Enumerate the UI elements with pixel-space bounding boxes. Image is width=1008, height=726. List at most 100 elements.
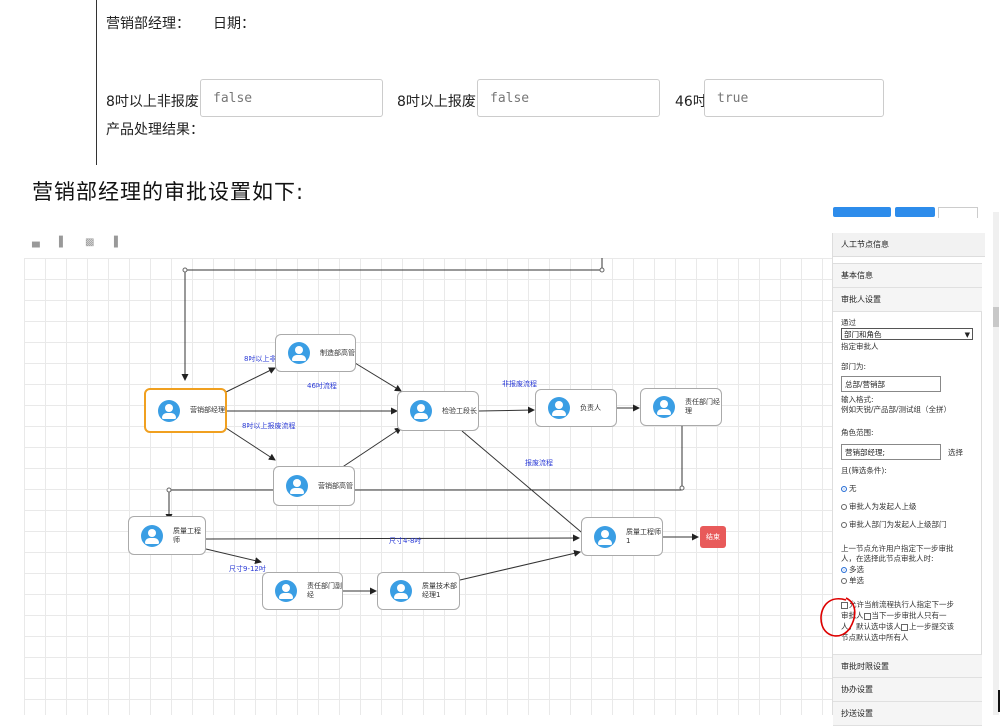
node-label: 制造部高管 xyxy=(320,348,355,357)
node-label: 质量技术部经理1 xyxy=(422,582,457,599)
edge-label-scrap: 报废流程 xyxy=(525,459,553,467)
user-avatar-icon xyxy=(286,475,308,497)
node-qa-engineer[interactable]: 质量工程师 xyxy=(128,516,206,555)
node-inspection-lead[interactable]: 检验工段长 xyxy=(397,391,479,431)
allow-line-2: 审批人 当下一步审批人只有一 xyxy=(841,611,947,621)
prev-node-text-2: 人，在选择此节点审批人时: xyxy=(841,554,934,563)
allow-line-3a: 人，默认选中该人 xyxy=(841,622,901,631)
edge-label-size-9-12: 尺寸9-12吋 xyxy=(229,565,266,573)
align-center-icon[interactable]: ▩ xyxy=(85,237,96,248)
section-time-limit[interactable]: 审批时限设置 xyxy=(833,654,982,678)
node-label: 质量工程师1 xyxy=(626,527,661,545)
allow-line-4: 节点默认选中所有人 xyxy=(841,633,909,642)
field2-label: 8吋以上报废 xyxy=(397,94,476,110)
via-select[interactable]: 部门和角色 ▼ xyxy=(841,328,973,340)
edge-label-non-scrap: 非报废流程 xyxy=(502,380,537,388)
format-example: 例如天锐/产品部/测试组（全拼） xyxy=(841,405,952,414)
form-area: 营销部经理： 日期： 8吋以上非报废 false 8吋以上报废 false 46… xyxy=(0,0,1008,170)
node-qa-tech-manager[interactable]: 质量技术部经理1 xyxy=(377,572,460,610)
confirm-button[interactable] xyxy=(895,207,935,217)
radio-initiator-superior[interactable]: 审批人为发起人上级 xyxy=(841,502,917,512)
checkbox-icon[interactable] xyxy=(863,612,871,620)
user-avatar-icon xyxy=(288,342,310,364)
user-avatar-icon xyxy=(390,580,412,602)
designer-toolbar: ▄ ▌ ▩ ▐ xyxy=(24,228,832,256)
properties-panel: 人工节点信息 基本信息 审批人设置 通过 部门和角色 ▼ 指定审批人 部门为: … xyxy=(832,233,985,726)
single-select-label: 单选 xyxy=(849,576,864,585)
multi-select-label: 多选 xyxy=(849,565,864,574)
department-input[interactable]: 总部/营销部 xyxy=(841,376,941,392)
radio-dept-superior-label: 审批人部门为发起人上级部门 xyxy=(849,520,947,529)
prev-node-text-1: 上一节点允许用户指定下一步审批 xyxy=(841,544,954,553)
node-sales-director[interactable]: 营销部高管 xyxy=(273,466,355,506)
section-approver-settings[interactable]: 审批人设置 xyxy=(833,288,982,312)
radio-multi-select[interactable]: 多选 xyxy=(841,565,864,575)
allow-line-2b: 当下一步审批人只有一 xyxy=(871,611,947,620)
node-resp-dept-lead[interactable]: 责任部门副经 xyxy=(262,572,343,610)
field2-input[interactable]: false xyxy=(477,79,660,117)
radio-single-select[interactable]: 单选 xyxy=(841,576,864,586)
align-right-icon[interactable]: ▐ xyxy=(110,237,121,248)
form-left-border xyxy=(96,0,97,165)
scrollbar-thumb[interactable] xyxy=(993,307,999,327)
node-label: 营销部高管 xyxy=(318,481,353,490)
radio-icon xyxy=(841,578,847,584)
allow-specify-option[interactable]: 允许当前流程执行人指定下一步 xyxy=(841,600,954,610)
filter-label: 且(筛选条件): xyxy=(841,466,887,475)
role-choose-link[interactable]: 选择 xyxy=(948,448,963,458)
workflow-edges xyxy=(165,258,699,595)
node-label: 责任部门副经 xyxy=(307,582,342,599)
assign-approver-label: 指定审批人 xyxy=(841,342,879,351)
section-title: 营销部经理的审批设置如下: xyxy=(32,180,305,204)
department-label: 部门为: xyxy=(841,362,867,371)
user-avatar-icon xyxy=(410,400,432,422)
field1-label: 8吋以上非报废 xyxy=(106,94,199,110)
user-avatar-icon xyxy=(158,399,180,422)
align-left-icon[interactable]: ▌ xyxy=(59,237,70,248)
checkbox-icon[interactable] xyxy=(841,601,848,609)
node-mfg-director[interactable]: 制造部高管 xyxy=(275,334,356,372)
node-label: 负责人 xyxy=(580,403,601,412)
radio-none[interactable]: 无 xyxy=(841,484,857,494)
radio-icon xyxy=(841,504,847,510)
edge-label-scrap-8: 8吋以上报废流程 xyxy=(242,422,296,430)
user-avatar-icon xyxy=(275,580,297,602)
via-select-value: 部门和角色 xyxy=(844,330,882,339)
radio-selected-icon xyxy=(841,486,847,492)
cancel-button[interactable] xyxy=(938,207,978,218)
node-end[interactable]: 结束 xyxy=(700,526,726,548)
panel-scrollbar[interactable] xyxy=(993,212,999,715)
user-avatar-icon xyxy=(594,525,616,548)
format-label: 输入格式: xyxy=(841,395,874,404)
panel-title: 人工节点信息 xyxy=(833,233,985,257)
workflow-canvas[interactable]: 8吋以上非报废流程 46吋流程 8吋以上报废流程 非报废流程 报废流程 尺寸4-… xyxy=(24,258,832,715)
checkbox-icon[interactable] xyxy=(901,623,908,631)
section-basic-info[interactable]: 基本信息 xyxy=(833,264,982,288)
edge-marker xyxy=(998,690,1000,712)
workflow-designer: ▄ ▌ ▩ ▐ 46吋流程 8吋以上报废流程 非报废流程 报废流程 尺寸4-8吋… xyxy=(24,228,832,715)
role-input[interactable]: 营销部经理; xyxy=(841,444,941,460)
align-bottom-icon[interactable]: ▄ xyxy=(32,237,43,248)
node-label: 质量工程师 xyxy=(173,526,201,544)
allow-line-3: 人，默认选中该人 上一步提交该 xyxy=(841,622,954,632)
node-resp-dept-manager[interactable]: 责任部门经理 xyxy=(640,388,722,426)
node-responsible[interactable]: 负责人 xyxy=(535,389,617,427)
node-label: 责任部门经理 xyxy=(685,398,720,415)
section-assist[interactable]: 协办设置 xyxy=(833,678,982,702)
sales-manager-label: 营销部经理： xyxy=(106,16,190,32)
field3-input[interactable]: true xyxy=(704,79,884,117)
radio-icon xyxy=(841,522,847,528)
allow-line-1: 允许当前流程执行人指定下一步 xyxy=(849,600,954,609)
radio-selected-icon xyxy=(841,567,847,573)
section-cc[interactable]: 抄送设置 xyxy=(833,702,982,726)
node-qa-engineer-1[interactable]: 质量工程师1 xyxy=(581,517,663,556)
user-avatar-icon xyxy=(653,396,675,418)
chevron-down-icon: ▼ xyxy=(964,331,970,339)
field1-input[interactable]: false xyxy=(200,79,383,117)
edge-label-size-4-8: 尺寸4-8吋 xyxy=(389,537,422,545)
field3-label: 46吋 xyxy=(675,94,707,110)
radio-dept-superior[interactable]: 审批人部门为发起人上级部门 xyxy=(841,520,947,530)
node-sales-manager[interactable]: 营销部经理 xyxy=(144,388,227,433)
save-button[interactable] xyxy=(833,207,891,217)
panel-body: 基本信息 审批人设置 通过 部门和角色 ▼ 指定审批人 部门为: 总部/营销部 … xyxy=(833,263,982,726)
